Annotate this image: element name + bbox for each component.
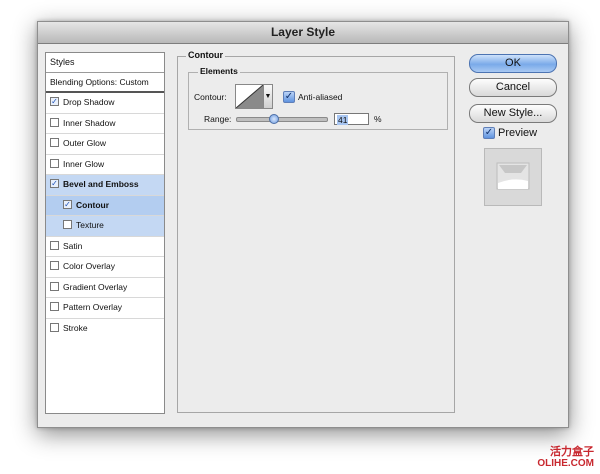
style-item-pattern-overlay[interactable]: Pattern Overlay (46, 298, 164, 319)
contour-group-title: Contour (186, 50, 225, 60)
styles-list: Styles Blending Options: Custom ✓ Drop Sh… (45, 52, 165, 414)
style-item-label: Bevel and Emboss (63, 179, 139, 189)
dialog-title: Layer Style (38, 22, 568, 44)
style-item-label: Color Overlay (63, 261, 115, 271)
checkbox-icon[interactable]: ✓ (50, 179, 59, 189)
range-slider-knob[interactable] (269, 114, 279, 124)
checkbox-icon[interactable] (50, 117, 59, 127)
checkbox-icon[interactable] (50, 138, 59, 148)
style-item-label: Outer Glow (63, 138, 106, 148)
style-item-label: Texture (76, 220, 104, 230)
style-preview-thumbnail (484, 148, 542, 206)
ok-button[interactable]: OK (469, 54, 557, 73)
contour-picker[interactable] (235, 84, 264, 109)
style-item-label: Gradient Overlay (63, 281, 128, 292)
range-input[interactable]: 41 (334, 113, 369, 125)
watermark-line2: OLIHE.COM (537, 458, 594, 469)
elements-group-title: Elements (198, 66, 240, 76)
checkbox-icon[interactable]: ✓ (63, 199, 72, 209)
checkbox-icon[interactable] (50, 281, 59, 291)
new-style-button[interactable]: New Style... (469, 104, 557, 123)
style-item-stroke[interactable]: Stroke (46, 319, 164, 339)
style-item-label: Contour (76, 199, 110, 210)
anti-aliased-checkbox[interactable]: ✓ (283, 91, 295, 103)
checkbox-icon[interactable] (63, 220, 72, 230)
style-item-satin[interactable]: Satin (46, 237, 164, 257)
preview-checkbox[interactable]: ✓ (483, 127, 495, 139)
style-item-color-overlay[interactable]: Color Overlay (46, 257, 164, 278)
contour-dropdown-arrow[interactable]: ▼ (263, 84, 273, 109)
style-item-gradient-overlay[interactable]: Gradient Overlay (46, 278, 164, 298)
style-item-bevel-and-emboss[interactable]: ✓ Bevel and Emboss (46, 175, 164, 196)
checkbox-icon[interactable] (50, 302, 59, 312)
checkbox-icon[interactable] (50, 322, 59, 332)
style-item-contour[interactable]: ✓ Contour (46, 195, 164, 216)
contour-curve-icon (236, 85, 263, 108)
anti-aliased-label: Anti-aliased (298, 92, 343, 102)
range-label: Range: (204, 114, 232, 124)
checkbox-icon[interactable]: ✓ (50, 97, 59, 107)
style-item-label: Pattern Overlay (63, 302, 123, 312)
cancel-button[interactable]: Cancel (469, 78, 557, 97)
style-item-outer-glow[interactable]: Outer Glow (46, 134, 164, 155)
checkbox-icon[interactable] (50, 240, 59, 250)
styles-header[interactable]: Styles (46, 53, 164, 73)
style-item-label: Satin (63, 240, 83, 251)
preview-label: Preview (498, 127, 538, 139)
watermark-line1: 活力盒子 (550, 446, 594, 458)
range-slider-track[interactable] (236, 117, 328, 122)
style-item-drop-shadow[interactable]: ✓ Drop Shadow (46, 93, 164, 114)
watermark: 活力盒子 OLIHE.COM (537, 446, 594, 470)
blending-options-item[interactable]: Blending Options: Custom (46, 73, 164, 93)
style-item-inner-glow[interactable]: Inner Glow (46, 155, 164, 175)
style-item-label: Stroke (63, 322, 88, 333)
checkbox-icon[interactable] (50, 261, 59, 271)
contour-label: Contour: (194, 92, 227, 102)
checkbox-icon[interactable] (50, 158, 59, 168)
style-item-label: Inner Glow (63, 158, 105, 169)
range-unit: % (374, 114, 382, 124)
style-item-label: Drop Shadow (63, 97, 115, 107)
style-item-texture[interactable]: Texture (46, 216, 164, 237)
style-item-inner-shadow[interactable]: Inner Shadow (46, 114, 164, 134)
range-value: 41 (337, 115, 349, 125)
style-item-label: Inner Shadow (63, 117, 116, 128)
preview-shape-icon (485, 149, 541, 205)
